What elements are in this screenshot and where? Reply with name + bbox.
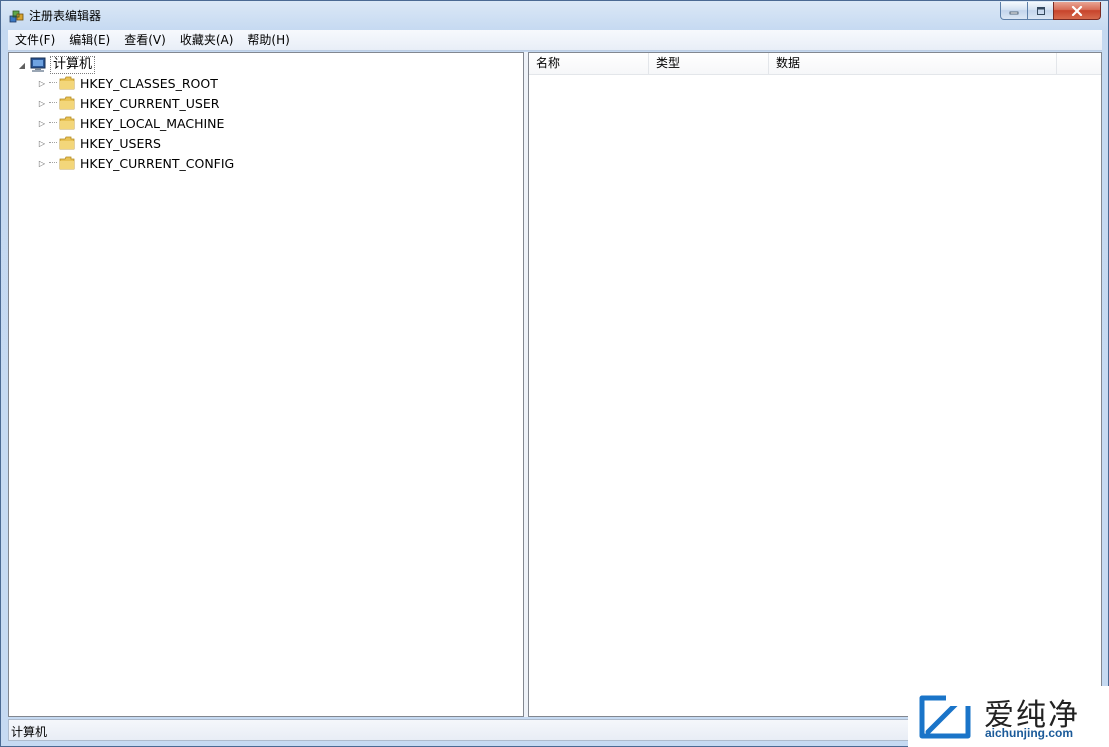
tree-root-label[interactable]: 计算机 [50,56,96,74]
tree-connector [49,162,57,164]
close-icon [1071,5,1083,16]
registry-editor-window: 注册表编辑器 文件(F) 编辑(E) 查看(V) 收藏夹(A) 帮助(H) ◢ [0,0,1109,747]
folder-icon [59,156,75,170]
menu-help[interactable]: 帮助(H) [240,30,296,50]
tree-item-label[interactable]: HKEY_LOCAL_MACHINE [80,116,224,131]
tree-connector [49,82,57,84]
folder-icon [59,76,75,90]
watermark: 爱纯净 aichunjing.com [908,686,1109,747]
computer-icon [30,57,46,72]
expand-triangle-icon[interactable]: ▷ [37,118,47,128]
expand-triangle-icon[interactable]: ▷ [37,138,47,148]
watermark-url: aichunjing.com [985,726,1074,740]
maximize-button[interactable] [1027,2,1054,20]
tree-item-hkcc[interactable]: ▷ HKEY_CURRENT_CONFIG [37,153,234,173]
expand-triangle-icon[interactable]: ▷ [37,78,47,88]
expand-triangle-icon[interactable]: ▷ [37,158,47,168]
folder-icon [59,116,75,130]
list-header: 名称 类型 数据 [529,53,1101,75]
close-button[interactable] [1053,2,1101,20]
expand-triangle-icon[interactable]: ▷ [37,98,47,108]
tree-item-hku[interactable]: ▷ HKEY_USERS [37,133,161,153]
menu-edit[interactable]: 编辑(E) [62,30,117,50]
tree-item-label[interactable]: HKEY_CLASSES_ROOT [80,76,218,91]
minimize-button[interactable] [1000,2,1028,20]
title-bar[interactable]: 注册表编辑器 [1,1,1108,29]
tree-item-label[interactable]: HKEY_CURRENT_CONFIG [80,156,234,171]
aichunjing-logo [919,692,974,739]
window-title: 注册表编辑器 [29,9,102,23]
tree-item-hkcr[interactable]: ▷ HKEY_CLASSES_ROOT [37,73,218,93]
menu-favorites[interactable]: 收藏夹(A) [173,30,241,50]
status-path: 计算机 [11,725,48,739]
tree-connector [49,102,57,104]
minimize-icon [1009,11,1019,14]
column-header-filler [1057,53,1101,74]
folder-icon [59,96,75,110]
maximize-icon [1036,6,1045,15]
folder-icon [59,136,75,150]
menu-bar: 文件(F) 编辑(E) 查看(V) 收藏夹(A) 帮助(H) [8,30,1102,51]
tree-item-hkcu[interactable]: ▷ HKEY_CURRENT_USER [37,93,220,113]
tree-root-computer[interactable]: ◢ 计算机 [17,55,96,75]
menu-file[interactable]: 文件(F) [8,30,62,50]
column-header-data[interactable]: 数据 [769,53,1057,74]
tree-connector [49,122,57,124]
tree-connector [49,142,57,144]
tree-item-label[interactable]: HKEY_CURRENT_USER [80,96,219,111]
column-header-type[interactable]: 类型 [649,53,769,74]
column-header-name[interactable]: 名称 [529,53,649,74]
values-list-pane[interactable]: 名称 类型 数据 [528,52,1102,717]
registry-tree-pane[interactable]: ◢ 计算机 ▷ HKEY_CLASSES_ROOT ▷ HKEY_CURRENT… [8,52,524,717]
menu-view[interactable]: 查看(V) [117,30,173,50]
tree-item-label[interactable]: HKEY_USERS [80,136,161,151]
collapse-triangle-icon[interactable]: ◢ [17,60,27,70]
registry-editor-icon [9,10,24,23]
tree-item-hklm[interactable]: ▷ HKEY_LOCAL_MACHINE [37,113,225,133]
